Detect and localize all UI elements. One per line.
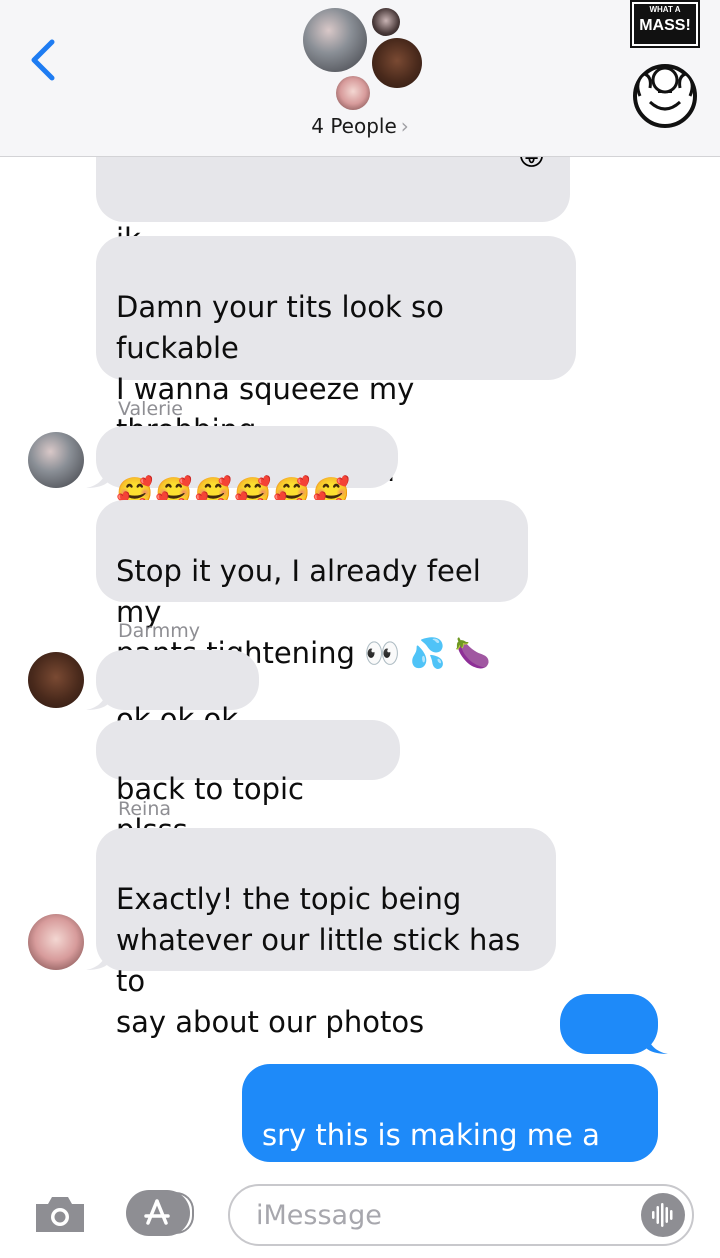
message-bubble[interactable]: back to topic plsss <box>96 720 400 847</box>
app-store-icon[interactable] <box>126 1190 196 1238</box>
participants-label: 4 People <box>311 114 397 138</box>
message-text: Exactly! the topic being whatever our li… <box>116 882 521 1039</box>
compose-bar: iMessage <box>0 1168 720 1258</box>
conversation-header: 4 People › WHAT A MASS! <box>0 0 720 157</box>
message-bubble[interactable]: 🥰🥰🥰🥰🥰🥰 <box>96 426 398 511</box>
group-avatar-darmmy[interactable] <box>372 38 422 88</box>
chevron-left-icon[interactable] <box>28 38 58 82</box>
bubble-tail <box>646 1032 668 1054</box>
logo-text-main: MASS! <box>639 17 691 34</box>
avatar-valerie[interactable] <box>28 432 84 488</box>
message-bubble[interactable]: ok ok ok <box>96 650 259 736</box>
watermark-logo: WHAT A MASS! <box>630 0 700 130</box>
sender-name: Darmmy <box>118 620 201 642</box>
messages-screen: jk 😛 Damn your tits look so fuckable I w… <box>0 0 720 1258</box>
sender-name: Valerie <box>118 398 183 420</box>
avatar-reina[interactable] <box>28 914 84 970</box>
sender-name: Reina <box>118 798 172 820</box>
avatar-darmmy[interactable] <box>28 652 84 708</box>
message-bubble[interactable]: Stop it you, I already feel my pants tig… <box>96 500 528 670</box>
chevron-right-icon: › <box>400 114 409 138</box>
logo-text-top: WHAT A <box>649 5 681 14</box>
group-avatar-extra[interactable] <box>372 8 400 36</box>
message-bubble[interactable]: Exactly! the topic being whatever our li… <box>96 828 556 1039</box>
waveform-icon[interactable] <box>640 1192 686 1238</box>
message-bubble[interactable]: Damn your tits look so fuckable I wanna … <box>96 236 576 488</box>
camera-icon[interactable] <box>32 1192 88 1236</box>
message-bubble-outgoing[interactable]: em <box>560 994 658 1080</box>
message-input-placeholder: iMessage <box>256 1200 382 1231</box>
message-bubble-outgoing[interactable]: sry this is making me a bit nervous <box>242 1064 658 1234</box>
participants-button[interactable]: 4 People › <box>0 114 720 138</box>
group-avatar-valerie[interactable] <box>303 8 367 72</box>
group-avatar-reina[interactable] <box>336 76 370 110</box>
message-input[interactable]: iMessage <box>228 1184 694 1246</box>
flexing-mascot-icon <box>633 64 697 128</box>
